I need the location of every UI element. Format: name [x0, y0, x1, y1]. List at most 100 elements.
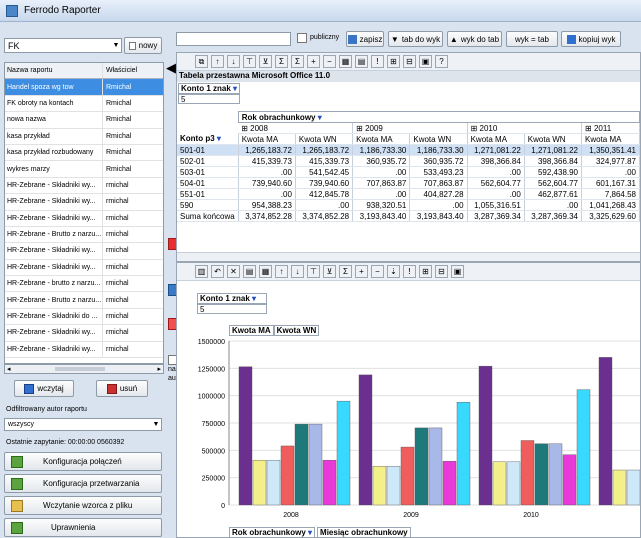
table-to-chart-button[interactable]: ▼ tab do wyk [388, 31, 443, 47]
pivot-row[interactable]: 504-01 739,940.60 739,940.60 707,863.87 707,… [177, 177, 640, 189]
chart-bar[interactable] [492, 461, 507, 506]
table-row[interactable]: HR-Zebrane - Składniki wy... rmichal [5, 243, 163, 260]
table-row[interactable]: HR-Zebrane - Składniki wy... rmichal [5, 325, 163, 342]
report-name-input[interactable] [176, 32, 291, 46]
hide-details-icon[interactable]: ▤ [355, 55, 368, 68]
export-icon[interactable]: ⊟ [403, 55, 416, 68]
load-template-button[interactable]: Wczytanie wzorca z pliku [4, 496, 162, 515]
pivot-row[interactable]: 590 954,388.23.00 938,320.51.00 1,055,316.5… [177, 199, 640, 211]
table-row[interactable]: HR-Zebrane - Składniki wy... rmichal [5, 259, 163, 277]
chart-bar[interactable] [428, 427, 443, 506]
year-field-header[interactable]: Rok obrachunkowy ▾ [237, 111, 640, 123]
expand-icon[interactable]: + [355, 265, 368, 278]
sum-icon[interactable]: Σ [275, 55, 288, 68]
chart-bar[interactable] [626, 469, 640, 506]
table-row[interactable]: FK obroty na kontach Rmichal [5, 95, 163, 113]
collapse-icon[interactable]: − [371, 265, 384, 278]
connection-config-button[interactable]: Konfiguracja połączeń [4, 452, 162, 471]
sort-desc-icon[interactable]: ↓ [291, 265, 304, 278]
chart-bar[interactable] [400, 446, 415, 506]
table-row[interactable]: wykres marzy Rmichal [5, 161, 163, 178]
chart-bar[interactable] [548, 443, 563, 506]
subtotal-icon[interactable]: Σ [291, 55, 304, 68]
undo-icon[interactable]: ↶ [211, 265, 224, 278]
chart-bar[interactable] [372, 465, 387, 506]
table-row[interactable]: HR-Zebrane - Składniki wy... rmichal [5, 210, 163, 227]
pivot-row[interactable]: Suma końcowa 3,374,852.28 3,374,852.28 3,19… [177, 210, 640, 222]
chart-bar[interactable] [308, 423, 323, 506]
table-row[interactable]: kasa przykład Rmichal [5, 128, 163, 145]
table-row[interactable]: HR-Zebrane - Brutto z narzu... rmichal [5, 292, 163, 309]
table-row[interactable]: HR-Zebrane - brutto z narzu... rmichal [5, 276, 163, 293]
year-header-2010[interactable]: ⊞ 2010 [467, 122, 583, 134]
chart-bar[interactable] [506, 461, 521, 506]
chart-bar[interactable] [442, 461, 457, 506]
properties-icon[interactable]: ▣ [451, 265, 464, 278]
drill-icon[interactable]: ⇣ [387, 265, 400, 278]
pivot-row[interactable]: 502-01 415,339.73 415,339.73 360,935.72 360,… [177, 155, 640, 167]
new-button[interactable]: nowy [124, 37, 162, 54]
chart-bar[interactable] [576, 389, 591, 506]
sort-asc-icon[interactable]: ↑ [211, 55, 224, 68]
public-checkbox[interactable] [297, 33, 307, 43]
table-row[interactable]: Handel spoza wg tow Rmichal [5, 79, 163, 96]
chart-bar[interactable] [478, 365, 493, 506]
collapse-arrow-icon[interactable]: ◀ [166, 61, 176, 74]
scroll-left-icon[interactable]: ◂ [7, 365, 11, 373]
chart-bar[interactable] [386, 465, 401, 506]
chart-bar[interactable] [266, 459, 281, 506]
copy-chart-button[interactable]: kopiuj wyk [561, 31, 621, 47]
pivot-row[interactable]: 501-01 1,265,183.72 1,265,183.72 1,186,733.… [177, 144, 640, 156]
table-row[interactable]: HR-Zebrane - Składniki wy... rmichal [5, 341, 163, 359]
delete-button[interactable]: usuń [96, 380, 148, 397]
chart-bar[interactable] [336, 400, 351, 506]
properties-icon[interactable]: ▣ [419, 55, 432, 68]
year-header-2009[interactable]: ⊞ 2009 [352, 122, 468, 134]
help-icon[interactable]: ? [435, 55, 448, 68]
permissions-button[interactable]: Uprawnienia [4, 518, 162, 537]
reports-table-scrollbar[interactable]: ◂ ▸ [4, 364, 164, 374]
sum-icon[interactable]: Σ [339, 265, 352, 278]
filter-icon[interactable]: ⊻ [259, 55, 272, 68]
load-button[interactable]: wczytaj [14, 380, 74, 397]
expand-icon[interactable]: + [307, 55, 320, 68]
chart-bar[interactable] [534, 443, 549, 506]
autofilter-icon[interactable]: ⊤ [307, 265, 320, 278]
table-row[interactable]: kasa przykład rozbudowany Rmichal [5, 144, 163, 162]
chart-type-icon[interactable]: ▥ [195, 265, 208, 278]
filter-icon[interactable]: ⊻ [323, 265, 336, 278]
scroll-thumb[interactable] [55, 367, 105, 371]
chart-bar[interactable] [280, 445, 295, 506]
table-row[interactable]: HR-Zebrane - Składniki wy... rmichal [5, 177, 163, 195]
field-list-icon[interactable]: ⊞ [419, 265, 432, 278]
chart-bar[interactable] [294, 423, 309, 506]
collapse-icon[interactable]: − [323, 55, 336, 68]
pivot-scrollbar[interactable] [177, 252, 640, 261]
chart-to-table-button[interactable]: ▲ wyk do tab [447, 31, 502, 47]
axis-field-year[interactable]: Rok obrachunkowy ▾ [229, 527, 316, 537]
column-header-name[interactable]: Nazwa raportu [5, 63, 103, 79]
year-header-2011[interactable]: ⊞ 2011 [581, 122, 640, 134]
account-field-header[interactable]: Konto p3 ▾ [177, 133, 239, 145]
chart-bar[interactable] [252, 459, 267, 506]
chart-bar[interactable] [520, 440, 535, 506]
chart-bar[interactable] [456, 402, 471, 506]
show-details-icon[interactable]: ▦ [339, 55, 352, 68]
chart-bar[interactable] [414, 427, 429, 506]
field-list-icon[interactable]: ⊞ [387, 55, 400, 68]
refresh-icon[interactable]: ! [403, 265, 416, 278]
chart-equals-table-button[interactable]: wyk = tab [506, 31, 558, 47]
axis-field-month[interactable]: Miesiąc obrachunkowy [317, 527, 411, 537]
autofilter-icon[interactable]: ⊤ [243, 55, 256, 68]
table-row[interactable]: nowa nazwa Rmichal [5, 112, 163, 129]
year-header-2008[interactable]: ⊞ 2008 [238, 122, 354, 134]
chart-bar[interactable] [598, 357, 613, 506]
chart-bar[interactable] [358, 374, 373, 506]
author-select[interactable]: wszyscy ▼ [4, 418, 162, 431]
scroll-right-icon[interactable]: ▸ [157, 365, 161, 373]
chart-bar[interactable] [612, 469, 627, 506]
pivot-row[interactable]: 551-01.00 412,845.78.00 404,827.28.00 462,8… [177, 188, 640, 200]
table-row[interactable]: HR-Zebrane - Składniki do ... rmichal [5, 308, 163, 326]
export-icon[interactable]: ⊟ [435, 265, 448, 278]
copy-icon[interactable]: ⧉ [195, 55, 208, 68]
